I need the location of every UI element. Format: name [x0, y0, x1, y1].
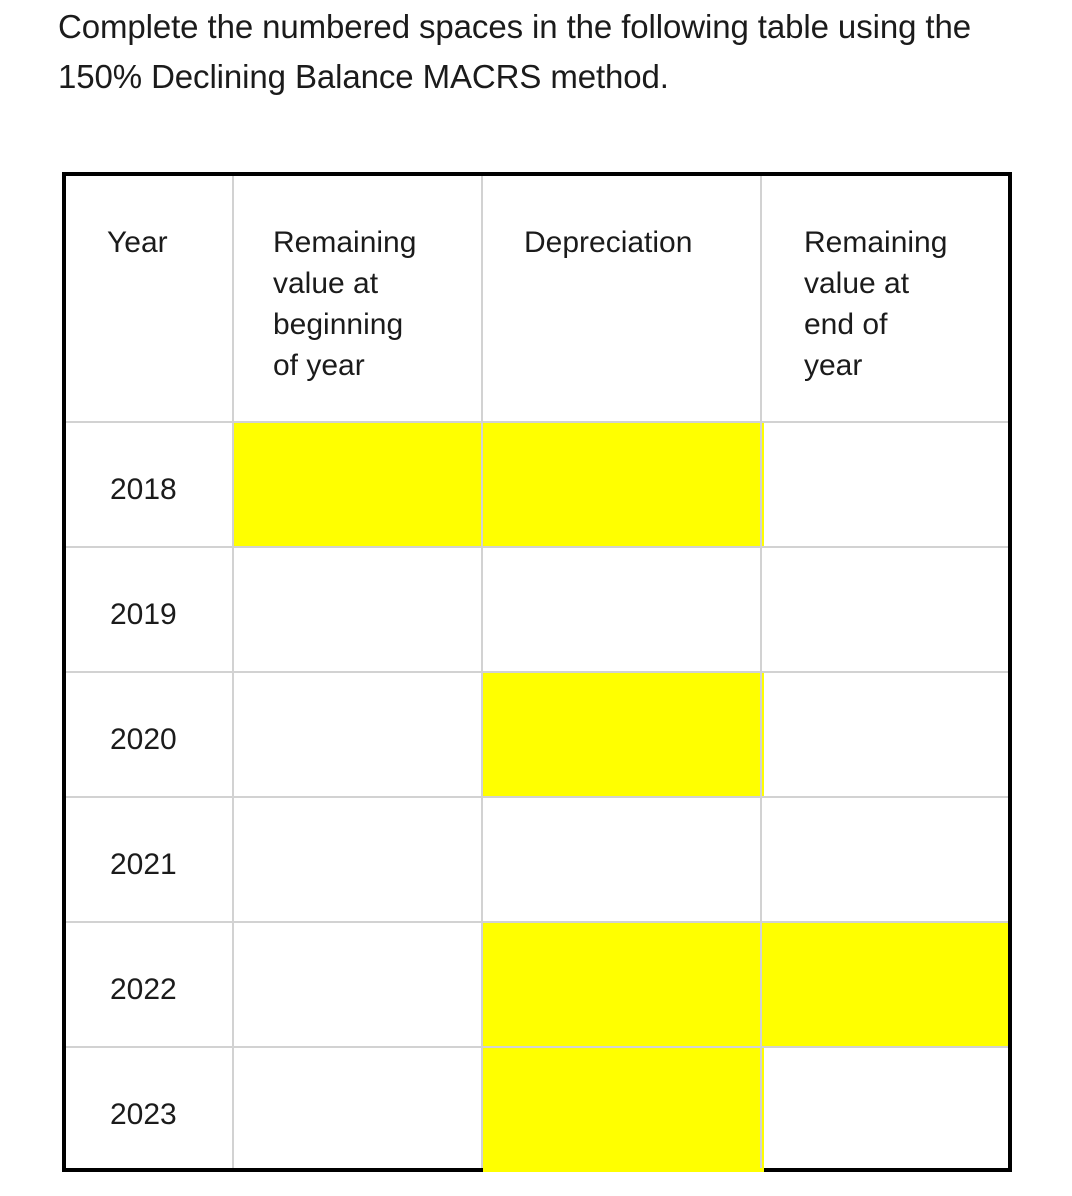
cell-2021-end-value[interactable] — [762, 796, 1008, 921]
table-header-remaining-value-beginning: Remaining value at beginning of year — [273, 222, 473, 386]
cell-2022-beginning-value[interactable] — [234, 921, 481, 1046]
table-row-year-2018: 2018 — [110, 473, 177, 506]
cell-2023-beginning-value[interactable] — [234, 1046, 481, 1172]
table-row-year-2020: 2020 — [110, 723, 177, 756]
cell-2020-depreciation[interactable] — [483, 671, 760, 796]
header-line: value at — [804, 267, 910, 300]
cell-2019-depreciation[interactable] — [483, 546, 760, 671]
header-line: Remaining — [273, 226, 417, 259]
cell-2023-end-value[interactable] — [762, 1046, 1008, 1172]
cell-2018-beginning-value[interactable] — [234, 421, 481, 546]
cell-2021-beginning-value[interactable] — [234, 796, 481, 921]
table-row-year-2021: 2021 — [110, 848, 177, 881]
cell-2019-end-value[interactable] — [762, 546, 1008, 671]
question-prompt: Complete the numbered spaces in the foll… — [58, 8, 981, 95]
cell-2019-beginning-value[interactable] — [234, 546, 481, 671]
table-header-depreciation: Depreciation — [524, 226, 693, 259]
header-line: year — [804, 349, 863, 382]
cell-2022-end-value[interactable] — [762, 921, 1008, 1046]
table-header-remaining-value-end: Remaining value at end of year — [804, 222, 1004, 386]
table-row-year-2019: 2019 — [110, 598, 177, 631]
table-row-year-2023: 2023 — [110, 1098, 177, 1131]
cell-2020-end-value[interactable] — [762, 671, 1008, 796]
table-row-year-2022: 2022 — [110, 973, 177, 1006]
cell-2022-depreciation[interactable] — [483, 921, 760, 1046]
table-header-year: Year — [107, 226, 168, 259]
cell-2023-depreciation[interactable] — [483, 1046, 760, 1172]
cell-2021-depreciation[interactable] — [483, 796, 760, 921]
header-line: value at — [273, 267, 379, 300]
header-line: of year — [273, 349, 365, 382]
header-line: beginning — [273, 308, 404, 341]
header-line: Remaining — [804, 226, 948, 259]
cell-2018-depreciation[interactable] — [483, 421, 760, 546]
depreciation-table: Year Remaining value at beginning of yea… — [62, 172, 1012, 1172]
cell-2018-end-value[interactable] — [762, 421, 1008, 546]
cell-2020-beginning-value[interactable] — [234, 671, 481, 796]
header-line: end of — [804, 308, 888, 341]
